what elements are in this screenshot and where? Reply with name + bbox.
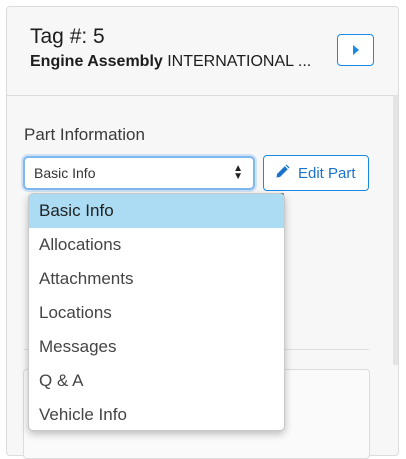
section-label: Part Information (24, 125, 145, 144)
option-vehicle-info[interactable]: Vehicle Info (29, 398, 284, 430)
option-allocations[interactable]: Allocations (29, 228, 284, 262)
option-locations[interactable]: Locations (29, 296, 284, 330)
option-attachments[interactable]: Attachments (29, 262, 284, 296)
next-tag-button[interactable] (337, 34, 374, 66)
edit-part-button[interactable]: Edit Part (263, 155, 369, 191)
part-name: Engine Assembly (30, 53, 163, 70)
part-info-select[interactable]: Basic Info ▲ ▼ (23, 156, 255, 190)
pencil-icon (275, 163, 291, 184)
card-header: Tag #: 5 Engine Assembly INTERNATIONAL .… (7, 7, 398, 96)
sort-caret-icon: ▲ ▼ (233, 163, 243, 182)
part-subtitle: Engine Assembly INTERNATIONAL ... (30, 53, 332, 71)
caret-right-icon (352, 45, 360, 55)
option-q-and-a[interactable]: Q & A (29, 364, 284, 398)
part-description: INTERNATIONAL ... (162, 53, 312, 70)
scrollbar[interactable] (393, 95, 398, 365)
select-value: Basic Info (34, 165, 96, 181)
option-messages[interactable]: Messages (29, 330, 284, 364)
tag-title: Tag #: 5 (30, 25, 105, 48)
option-basic-info[interactable]: Basic Info (29, 194, 284, 228)
edit-part-label: Edit Part (298, 164, 356, 182)
part-info-dropdown: Basic Info Allocations Attachments Locat… (28, 193, 285, 431)
